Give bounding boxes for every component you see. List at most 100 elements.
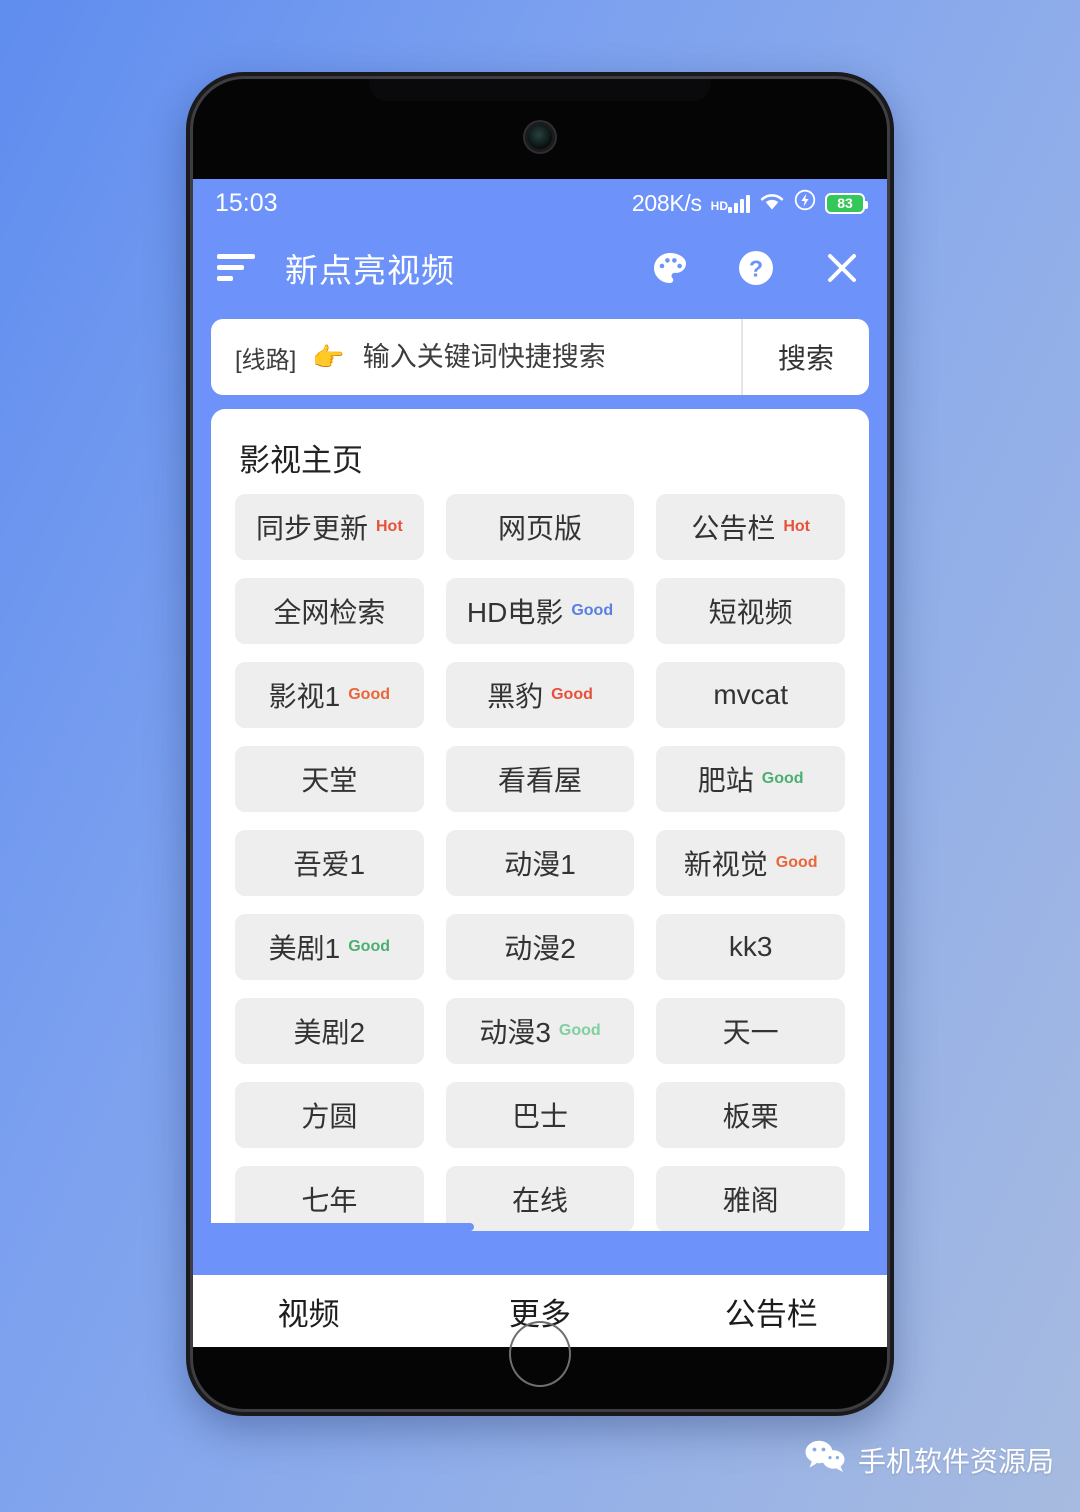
tile-label: 在线 — [511, 1185, 568, 1216]
tile-item[interactable]: 天堂 — [235, 746, 424, 812]
wifi-icon — [759, 189, 785, 218]
tile-label: 吾爱1 — [293, 849, 366, 880]
wechat-icon — [804, 1439, 846, 1480]
battery-level-label: 83 — [837, 195, 853, 211]
hd-signal-group: HD — [711, 193, 750, 213]
tile-item[interactable]: 板栗 — [656, 1082, 845, 1148]
tile-label: 美剧2 — [293, 1017, 366, 1048]
tile-item[interactable]: mvcat — [656, 662, 845, 728]
tile-label: 公告栏 — [691, 513, 776, 544]
tile-item[interactable]: 在线 — [445, 1166, 635, 1231]
page-title: 新点亮视频 — [285, 252, 455, 289]
tile-item[interactable]: 黑豹 Good — [445, 662, 635, 728]
list-lines-icon[interactable] — [217, 254, 255, 282]
signal-icon — [728, 193, 750, 213]
tile-label: 影视1 — [268, 681, 341, 712]
palette-icon[interactable] — [649, 247, 691, 289]
tile-badge: Hot — [783, 518, 810, 535]
phone-device: 15:03 208K/s HD 83 新点亮视频 ? [线路] 👉 输入关键词快… — [186, 72, 894, 1416]
charging-bolt-icon — [794, 189, 816, 218]
status-time: 15:03 — [215, 188, 278, 217]
app-bar: 新点亮视频 ? — [193, 227, 887, 309]
tile-label: 短视频 — [708, 597, 793, 628]
tile-item[interactable]: 短视频 — [656, 578, 845, 644]
tile-item[interactable]: 看看屋 — [445, 746, 635, 812]
tile-label: 黑豹 — [487, 681, 544, 712]
status-bar: 15:03 208K/s HD 83 — [193, 179, 887, 227]
tile-item[interactable]: 美剧2 — [235, 998, 424, 1064]
tile-item[interactable]: 同步更新 Hot — [235, 494, 424, 560]
app-bar-actions: ? — [649, 247, 863, 289]
tile-label: 七年 — [301, 1185, 358, 1216]
front-camera-icon — [528, 125, 552, 149]
tile-item[interactable]: 肥站 Good — [656, 746, 845, 812]
tile-item[interactable]: HD电影 Good — [445, 578, 635, 644]
search-input[interactable] — [360, 340, 741, 374]
tile-item[interactable]: 巴士 — [445, 1082, 635, 1148]
tile-label: 雅阁 — [722, 1185, 779, 1216]
search-field[interactable]: [线路] 👉 — [211, 319, 743, 395]
tile-label: 美剧1 — [268, 933, 341, 964]
tile-label: 巴士 — [511, 1101, 568, 1132]
tile-label: HD电影 — [466, 597, 564, 628]
tile-item[interactable]: 吾爱1 — [235, 830, 424, 896]
tile-label: 天一 — [722, 1017, 779, 1048]
phone-screen: 15:03 208K/s HD 83 新点亮视频 ? [线路] 👉 输入关键词快… — [193, 179, 887, 1347]
tab-item-1[interactable]: 视频 — [193, 1289, 424, 1334]
tile-item[interactable]: 全网检索 — [235, 578, 424, 644]
tab-item-3[interactable]: 公告栏 — [656, 1289, 887, 1334]
tile-badge: Good — [761, 770, 804, 787]
tile-item[interactable]: kk3 — [656, 914, 845, 980]
search-button[interactable]: 搜索 — [743, 319, 869, 395]
tile-item[interactable]: 动漫2 — [445, 914, 635, 980]
phone-notch — [369, 79, 711, 101]
tile-badge: Good — [551, 686, 593, 703]
phone-bezel: 15:03 208K/s HD 83 新点亮视频 ? [线路] 👉 输入关键词快… — [190, 76, 890, 1412]
close-x-icon[interactable] — [821, 247, 863, 289]
tile-label: 方圆 — [301, 1101, 358, 1132]
tile-label: kk3 — [728, 931, 773, 962]
network-speed-label: 208K/s — [631, 189, 702, 216]
section-title: 影视主页 — [239, 443, 363, 478]
route-label: [线路] — [235, 346, 297, 374]
tile-item[interactable]: 网页版 — [445, 494, 635, 560]
tile-grid: 同步更新 Hot 网页版 公告栏 Hot 全网检索 HD电影 Good 短视频 影视1 Good 黑豹… — [235, 494, 845, 1231]
tile-item[interactable]: 影视1 Good — [235, 662, 424, 728]
tile-badge: Good — [775, 854, 818, 871]
content-card: 影视主页 同步更新 Hot 网页版 公告栏 Hot 全网检索 HD电影 Good 短视频影视1 G… — [211, 409, 869, 1231]
tile-item[interactable]: 美剧1 Good — [235, 914, 424, 980]
hd-tag-label: HD — [710, 199, 728, 213]
tile-item[interactable]: 天一 — [656, 998, 845, 1064]
page-background: 15:03 208K/s HD 83 新点亮视频 ? [线路] 👉 输入关键词快… — [0, 0, 1080, 1512]
tile-label: 全网检索 — [273, 597, 386, 628]
tile-label: 天堂 — [301, 765, 358, 796]
tile-label: 新视觉 — [683, 849, 768, 880]
tile-badge: Good — [571, 602, 614, 619]
tile-badge: Good — [558, 1022, 601, 1039]
loading-progress-bar — [211, 1223, 869, 1231]
tile-item[interactable]: 公告栏 Hot — [656, 494, 845, 560]
search-bar: [线路] 👉 搜索 — [211, 319, 869, 395]
pointing-hand-icon: 👉 — [312, 341, 345, 372]
loading-progress-fill — [211, 1223, 475, 1231]
tile-badge: Hot — [376, 518, 403, 535]
svg-text:?: ? — [749, 256, 763, 282]
tile-label: 动漫2 — [504, 933, 576, 964]
tile-item[interactable]: 雅阁 — [656, 1166, 845, 1231]
tile-label: 同步更新 — [255, 513, 368, 544]
tile-item[interactable]: 七年 — [235, 1166, 424, 1231]
home-button[interactable] — [509, 1321, 571, 1387]
tile-badge: Good — [348, 686, 390, 703]
tile-badge: Good — [348, 938, 390, 955]
tile-label: 动漫1 — [504, 849, 576, 880]
tile-item[interactable]: 动漫1 — [445, 830, 635, 896]
tile-item[interactable]: 方圆 — [235, 1082, 424, 1148]
tile-label: 动漫3 — [479, 1017, 551, 1048]
watermark: 手机软件资源局 — [804, 1439, 1054, 1480]
tile-label: 看看屋 — [497, 765, 582, 796]
battery-icon: 83 — [825, 192, 868, 214]
help-circle-icon[interactable]: ? — [735, 247, 777, 289]
tile-item[interactable]: 新视觉 Good — [656, 830, 845, 896]
tile-label: mvcat — [713, 679, 788, 710]
tile-item[interactable]: 动漫3 Good — [445, 998, 635, 1064]
